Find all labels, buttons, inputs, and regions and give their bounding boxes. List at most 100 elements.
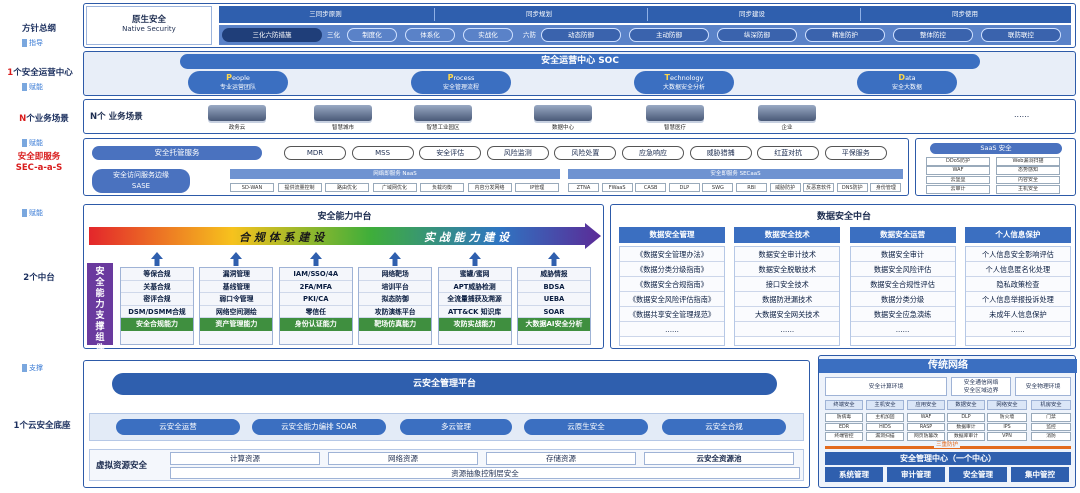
trad-small-item: 门禁	[1031, 413, 1071, 422]
data-item: 未成年人信息保护	[965, 307, 1070, 322]
saas-item: 主机安全	[996, 185, 1060, 194]
cloud-row-item: 云原生安全	[524, 419, 648, 435]
mgmt-item: 安全管理	[949, 467, 1007, 482]
capability-item: IAM/SSO/4A	[279, 268, 352, 281]
measure-item: 体系化	[405, 28, 455, 42]
scene-item: 数据中心	[520, 103, 606, 133]
measure-item: 制度化	[347, 28, 397, 42]
secaas-item: DLP	[668, 183, 700, 192]
soc-ppt-word: People	[188, 73, 288, 83]
data-item: 数据分类分级	[850, 292, 955, 307]
label-policy: 方针总纲	[21, 24, 56, 34]
saas-item: DDoS防护	[926, 157, 990, 166]
virt-item: 云安全资源池	[644, 452, 794, 465]
capability-item: 弱口令管理	[200, 293, 273, 306]
virt-box: 虚拟资源安全 资源抽象控制层安全 计算资源 网络资源 存储资源 云安全资源池	[89, 449, 804, 481]
secaas-item: 身份管理	[870, 183, 902, 192]
building-icon	[314, 105, 372, 121]
capability-column: 漏洞管理 基线管理 弱口令管理 网络空间测绘 资产管理能力	[199, 267, 274, 345]
capability-foot: 安全合规能力	[121, 318, 193, 331]
up-arrow-icon	[389, 251, 402, 266]
secaas-title: 安全即服务 SECaaS	[568, 169, 903, 179]
label-soc: 1个安全运营中心	[7, 68, 73, 78]
saas-item: 态势感知	[996, 166, 1060, 175]
capability-foot: 靶场仿真能力	[359, 318, 432, 331]
secaas-item: SWG	[702, 183, 734, 192]
trad-sub-head: 机房安全	[1031, 400, 1071, 410]
scene-label: 智慧工业园区	[426, 125, 460, 131]
data-column-head: 数据安全技术	[734, 227, 841, 243]
trad-small-item: DLP	[947, 413, 985, 422]
capability-foot: 大数据AI安全分析	[518, 318, 590, 331]
data-column: 数据安全审计 数据安全风险评估 数据安全合规性评估 数据分类分级 数据安全应急演练...…	[849, 246, 956, 346]
capability-item: 蜜罐/蜜网	[438, 268, 511, 281]
scene-label: 政务云	[228, 125, 246, 131]
capability-side-label: 安全能力支撑组件	[87, 263, 113, 354]
data-item: 数据安全应急演练	[850, 307, 955, 322]
managed-service-item: 平保服务	[824, 146, 887, 160]
scenes-section: N个 业务场景 ...... 政务云 智慧城市 智慧工业园区 数据中心 智慧医疗 企业	[83, 99, 1076, 134]
label-guide: 指导	[22, 38, 43, 48]
data-item: ......	[620, 322, 724, 337]
soc-ppt-word: Technology	[634, 73, 734, 83]
data-item: 数据安全审计技术	[735, 247, 840, 262]
capability-item: 基线管理	[200, 280, 273, 293]
mgmt-center: 安全管理中心（一个中心）	[825, 452, 1071, 465]
secaas-item: DNS防护	[836, 183, 868, 192]
arrow-label-combat: 实 战 能 力 建 设	[424, 231, 511, 244]
trad-small-item: 主机加固	[866, 413, 904, 422]
managed-service-label: 安全托管服务	[92, 146, 262, 160]
up-arrow-icon	[151, 251, 163, 266]
naas-item: SD-WAN	[230, 183, 274, 192]
capability-item: PKI/CA	[279, 293, 352, 306]
scene-item: 政务云	[194, 103, 280, 133]
saas-item: Web漏洞扫描	[996, 157, 1060, 166]
mgmt-item: 集中管控	[1011, 467, 1069, 482]
capability-item: 网络空间测绘	[200, 305, 273, 318]
soc-ppt-rest: rocess	[453, 74, 475, 82]
scene-item: 智慧医疗	[632, 103, 718, 133]
trad-small-item: 数据库审计	[947, 432, 985, 441]
naas-item: 路由优化	[325, 183, 369, 192]
secaas-item: RBI	[736, 183, 767, 192]
cloud-row-item: 云安全运营	[116, 419, 240, 435]
cloud-platform: 云安全管理平台	[112, 373, 777, 395]
naas-item: IP管理	[515, 183, 559, 192]
data-item: 数据安全合规性评估	[850, 277, 955, 292]
capability-column: 等保合规 关基合规 密评合规 DSM/DSMM合规 安全合规能力	[120, 267, 194, 345]
trad-sub-head: 数据安全	[947, 400, 985, 410]
trad-sub-head: 应用安全	[907, 400, 945, 410]
virt-item: 存储资源	[486, 452, 636, 465]
trad-small-item: 消防	[1031, 432, 1071, 441]
virt-label: 虚拟资源安全	[96, 461, 148, 471]
capability-item: DSM/DSMM合规	[121, 305, 193, 318]
label-empower-3: 赋能	[22, 208, 43, 218]
virt-item: 网络资源	[328, 452, 478, 465]
building-icon	[414, 105, 472, 121]
label-empower-1: 赋能	[22, 82, 43, 92]
scene-item: 智慧工业园区	[400, 103, 486, 133]
arrow-label-compliance: 合 规 体 系 建 设	[239, 231, 326, 244]
soc-section: 安全运营中心 SOC People 专业运营团队 Process 安全管理流程 Tech…	[83, 51, 1076, 96]
measures-bar: 三化六防措施 三化 制度化 体系化 实战化 六防 动态防御 主动防御 纵深防御 精准防护 整体防控联…	[219, 25, 1071, 45]
data-item: 个人信息匿名化处理	[965, 262, 1070, 277]
soc-ppt-cn: 专业运营团队	[219, 84, 256, 91]
trad-small-item: VPN	[987, 432, 1027, 441]
scene-item: 企业	[744, 103, 830, 133]
capability-item: 2FA/MFA	[279, 280, 352, 293]
trad-top-item: 安全计算环境	[825, 377, 947, 396]
capability-item: SOAR	[518, 305, 590, 318]
native-en: Native Security	[122, 25, 176, 33]
trad-top-item: 安全通信网络 安全区域边界	[951, 377, 1011, 396]
data-item: 《数据安全风险评估指南》	[620, 292, 724, 307]
soc-ppt-word: Data	[857, 73, 957, 83]
six-prefix: 六防	[523, 31, 536, 39]
services-section: 安全托管服务 安全访问服务边缘 SASE 网络即服务 NaaS 安全即服务 SEC…	[83, 138, 909, 196]
soc-ppt-cn: 安全大数据	[891, 84, 922, 91]
capability-item: BDSA	[518, 280, 590, 293]
soc-ppt-item: People 专业运营团队	[188, 71, 288, 94]
managed-service-item: 安全评估	[419, 146, 482, 160]
managed-service-item: 风险监测	[486, 146, 549, 160]
soc-ppt-cn: 大数据安全分析	[662, 84, 705, 91]
data-item: 《数据安全合规指南》	[620, 277, 724, 292]
